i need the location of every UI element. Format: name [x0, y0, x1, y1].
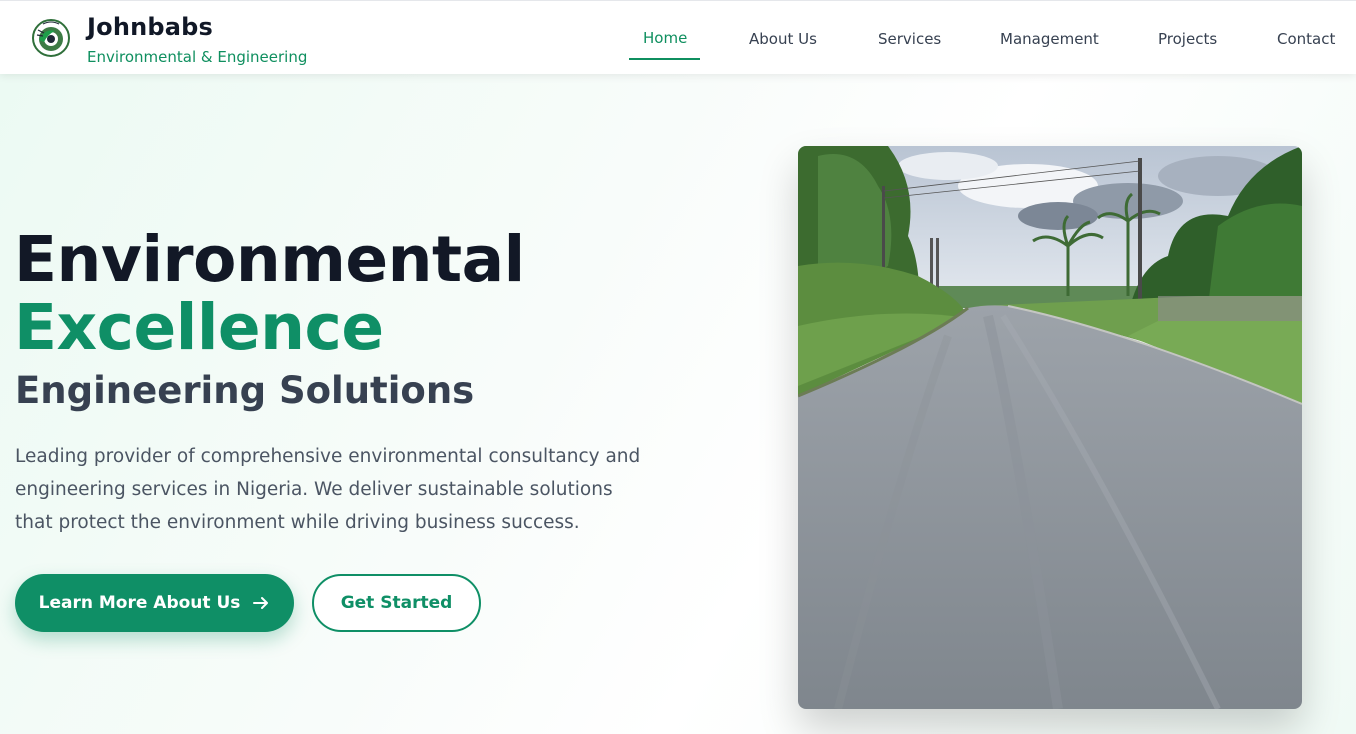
hero-title-line2: Excellence	[14, 291, 384, 364]
get-started-button[interactable]: Get Started	[312, 574, 481, 632]
nav-home[interactable]: Home	[643, 29, 687, 47]
nav-contact[interactable]: Contact	[1277, 30, 1335, 48]
arrow-right-icon	[252, 594, 270, 612]
hero-road-image	[798, 146, 1302, 709]
nav-active-indicator	[629, 58, 700, 60]
learn-more-button[interactable]: Learn More About Us	[15, 574, 294, 632]
learn-more-button-label: Learn More About Us	[38, 593, 241, 613]
main-nav: Home About Us Services Management Projec…	[0, 1, 1356, 75]
nav-services[interactable]: Services	[878, 30, 941, 48]
nav-projects[interactable]: Projects	[1158, 30, 1217, 48]
hero-description: Leading provider of comprehensive enviro…	[15, 446, 641, 533]
site-header: Johnbabs Environmental & Engineering Hom…	[0, 0, 1356, 74]
get-started-button-label: Get Started	[340, 593, 453, 613]
hero-subtitle: Engineering Solutions	[15, 369, 475, 412]
nav-management[interactable]: Management	[1000, 30, 1099, 48]
hero-title-line1: Environmental	[14, 223, 525, 296]
nav-about-us[interactable]: About Us	[749, 30, 817, 48]
